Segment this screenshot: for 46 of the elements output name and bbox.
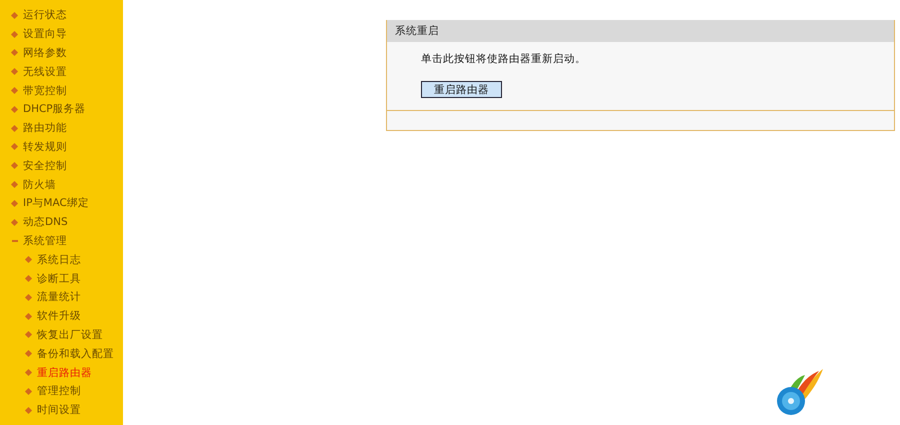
sidebar-item[interactable]: 安全控制 bbox=[0, 156, 123, 176]
sidebar-item[interactable]: 诊断工具 bbox=[0, 269, 123, 288]
bullet-icon bbox=[10, 218, 18, 226]
sidebar-item[interactable]: 流量统计 bbox=[0, 288, 123, 307]
bullet-icon bbox=[24, 369, 32, 376]
bullet-icon bbox=[24, 350, 32, 358]
sidebar-item[interactable]: 路由功能 bbox=[0, 118, 123, 138]
bullet-icon bbox=[24, 275, 32, 282]
bullet-icon bbox=[10, 124, 18, 132]
bullet-icon bbox=[10, 68, 18, 76]
bullet-icon bbox=[10, 162, 18, 170]
sidebar-item[interactable]: 管理控制 bbox=[0, 382, 123, 401]
bullet-icon bbox=[24, 331, 32, 338]
bullet-icon bbox=[24, 406, 32, 414]
sidebar-item[interactable]: 防火墙 bbox=[0, 175, 123, 194]
bullet-icon bbox=[10, 30, 18, 38]
reboot-button[interactable]: 重启路由器 bbox=[421, 81, 502, 98]
sidebar-item[interactable]: 系统管理 bbox=[0, 232, 123, 250]
bullet-icon bbox=[10, 200, 18, 207]
bullet-icon bbox=[24, 256, 32, 264]
bullet-icon bbox=[10, 87, 18, 94]
sidebar-item[interactable]: 动态DNS bbox=[0, 212, 123, 232]
bullet-icon bbox=[24, 294, 32, 301]
sidebar-item[interactable]: 备份和载入配置 bbox=[0, 344, 123, 364]
bullet-icon bbox=[24, 388, 32, 395]
bullet-icon bbox=[10, 106, 18, 113]
panel-title: 系统重启 bbox=[387, 20, 894, 42]
sidebar-item[interactable]: 带宽控制 bbox=[0, 81, 123, 100]
sidebar-item[interactable]: 转发规则 bbox=[0, 138, 123, 156]
sidebar-item[interactable]: 设置向导 bbox=[0, 24, 123, 44]
sidebar-item[interactable]: IP与MAC绑定 bbox=[0, 194, 123, 213]
bullet-icon bbox=[10, 181, 18, 188]
bullet-icon bbox=[24, 312, 32, 320]
sidebar-item[interactable]: 无线设置 bbox=[0, 62, 123, 82]
sidebar-item[interactable]: 运行状态 bbox=[0, 6, 123, 25]
bullet-icon bbox=[10, 12, 18, 19]
sidebar-item[interactable]: 网络参数 bbox=[0, 44, 123, 62]
sidebar-item[interactable]: 恢复出厂设置 bbox=[0, 326, 123, 344]
sidebar-item[interactable]: 软件升级 bbox=[0, 306, 123, 326]
bullet-icon bbox=[10, 49, 18, 57]
message-text: 单击此按钮将使路由器重新启动。 bbox=[421, 52, 587, 66]
sidebar-item[interactable]: 重启路由器 bbox=[0, 363, 123, 382]
sidebar-item[interactable]: 系统日志 bbox=[0, 250, 123, 270]
sidebar-item[interactable]: 时间设置 bbox=[0, 400, 123, 420]
bullet-icon bbox=[10, 143, 18, 150]
sidebar-item[interactable]: DHCP服务器 bbox=[0, 100, 123, 119]
